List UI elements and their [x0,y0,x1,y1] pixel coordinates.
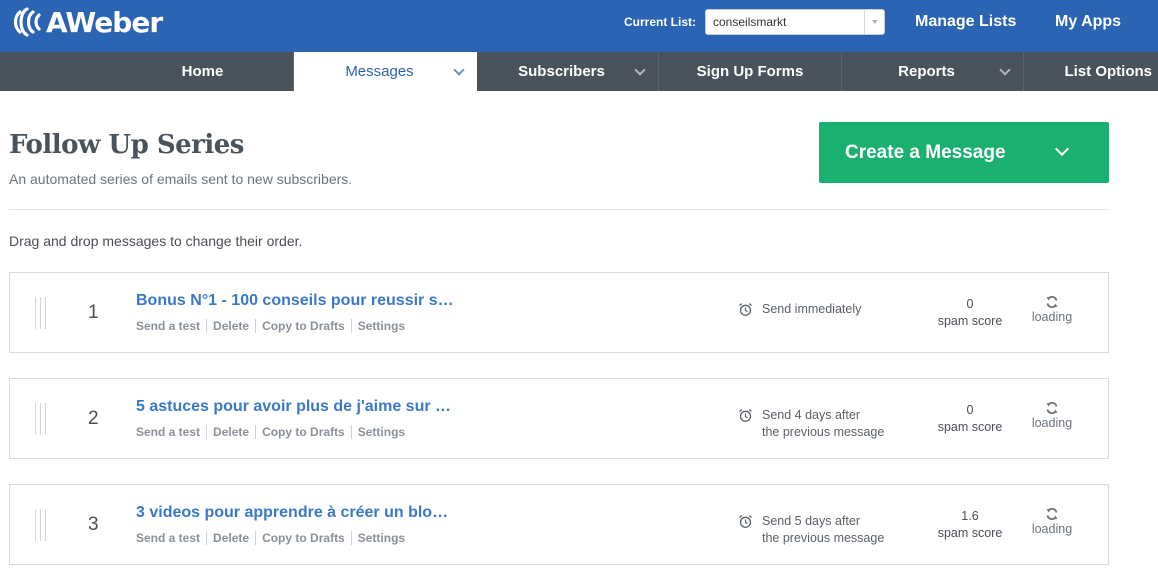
alarm-clock-icon [739,409,752,422]
delete-link[interactable]: Delete [206,531,255,545]
create-message-button[interactable]: Create a Message [819,122,1109,183]
send-schedule: Send 5 days after the previous message [762,513,884,547]
message-subject-link[interactable]: 5 astuces pour avoir plus de j'aime sur … [136,398,451,416]
drag-handle-icon[interactable] [35,509,46,541]
status-loading: loading [1020,295,1084,324]
status-label: loading [1031,310,1073,324]
send-schedule: Send 4 days after the previous message [762,407,884,441]
current-list-label: Current List: [624,15,696,29]
spam-score: 0 spam score [930,296,1010,330]
nav-subscribers[interactable]: Subscribers [477,52,659,91]
page-title: Follow Up Series [9,130,244,160]
current-list-select[interactable]: conseilsmarkt [705,9,885,35]
create-message-label: Create a Message [845,142,1006,163]
spam-score-label: spam score [937,420,1003,434]
page-subtitle: An automated series of emails sent to ne… [9,171,353,187]
spam-score: 1.6 spam score [930,508,1010,542]
status-label: loading [1031,416,1073,430]
refresh-icon [1046,507,1058,521]
send-test-link[interactable]: Send a test [136,319,206,333]
message-row[interactable]: 3 3 videos pour apprendre à créer un blo… [9,484,1109,565]
settings-link[interactable]: Settings [350,425,411,439]
spam-score-value: 1.6 [961,509,979,523]
message-actions: Send a test Delete Copy to Drafts Settin… [136,319,411,333]
spam-score-label: spam score [937,314,1003,328]
send-schedule: Send immediately [762,301,861,318]
alarm-clock-icon [739,515,752,528]
copy-to-drafts-link[interactable]: Copy to Drafts [255,425,351,439]
current-list-value: conseilsmarkt [713,15,787,29]
send-test-link[interactable]: Send a test [136,531,206,545]
copy-to-drafts-link[interactable]: Copy to Drafts [255,319,351,333]
message-row[interactable]: 1 Bonus N°1 - 100 conseils pour reussir … [9,272,1109,353]
send-schedule-line2: the previous message [762,531,885,545]
nav-list-options[interactable]: List Options [1024,52,1158,91]
nav-sign-up-forms-label: Sign Up Forms [696,63,804,80]
manage-lists-link[interactable]: Manage Lists [915,13,1016,31]
refresh-icon [1046,295,1058,309]
nav-subscribers-label: Subscribers [518,63,605,80]
spam-score-label: spam score [937,526,1003,540]
nav-messages[interactable]: Messages [294,52,477,91]
refresh-icon [1046,401,1058,415]
copy-to-drafts-link[interactable]: Copy to Drafts [255,531,351,545]
drag-handle-icon[interactable] [35,403,46,435]
aweber-logo-icon [13,7,41,37]
message-subject-link[interactable]: Bonus N°1 - 100 conseils pour reussir s… [136,292,454,310]
settings-link[interactable]: Settings [350,319,411,333]
spam-score-value: 0 [966,403,974,417]
message-actions: Send a test Delete Copy to Drafts Settin… [136,425,411,439]
nav-home-label: Home [181,63,224,80]
alarm-clock-icon [739,303,752,316]
settings-link[interactable]: Settings [350,531,411,545]
chevron-down-icon [453,64,465,76]
divider [9,209,1109,210]
spam-score-value: 0 [966,297,974,311]
status-loading: loading [1020,507,1084,536]
message-row[interactable]: 2 5 astuces pour avoir plus de j'aime su… [9,378,1109,459]
send-schedule-line1: Send immediately [762,302,862,316]
top-bar: AWeber Current List: conseilsmarkt Manag… [0,0,1158,52]
status-label: loading [1031,522,1073,536]
message-number: 1 [88,302,99,323]
logo-text: AWeber [46,5,163,39]
send-test-link[interactable]: Send a test [136,425,206,439]
chevron-down-icon [864,10,884,34]
message-subject-link[interactable]: 3 videos pour apprendre à créer un blo… [136,504,448,522]
send-schedule-line1: Send 5 days after [762,514,860,528]
message-number: 3 [88,514,99,535]
main-nav: Home Messages Subscribers Sign Up Forms … [0,52,1158,91]
nav-reports[interactable]: Reports [842,52,1024,91]
nav-messages-label: Messages [345,63,414,80]
message-actions: Send a test Delete Copy to Drafts Settin… [136,531,411,545]
aweber-logo[interactable]: AWeber [13,5,163,39]
spam-score: 0 spam score [930,402,1010,436]
nav-list-options-label: List Options [1064,63,1153,80]
send-schedule-line1: Send 4 days after [762,408,860,422]
drag-hint: Drag and drop messages to change their o… [9,233,303,249]
nav-home[interactable]: Home [112,52,294,91]
delete-link[interactable]: Delete [206,319,255,333]
status-loading: loading [1020,401,1084,430]
nav-sign-up-forms[interactable]: Sign Up Forms [659,52,842,91]
send-schedule-line2: the previous message [762,425,885,439]
nav-reports-label: Reports [898,63,955,80]
my-apps-link[interactable]: My Apps [1055,13,1121,31]
chevron-down-icon [634,64,646,76]
delete-link[interactable]: Delete [206,425,255,439]
drag-handle-icon[interactable] [35,297,46,329]
chevron-down-icon [999,64,1011,76]
chevron-down-icon[interactable] [1054,141,1070,157]
message-number: 2 [88,408,99,429]
